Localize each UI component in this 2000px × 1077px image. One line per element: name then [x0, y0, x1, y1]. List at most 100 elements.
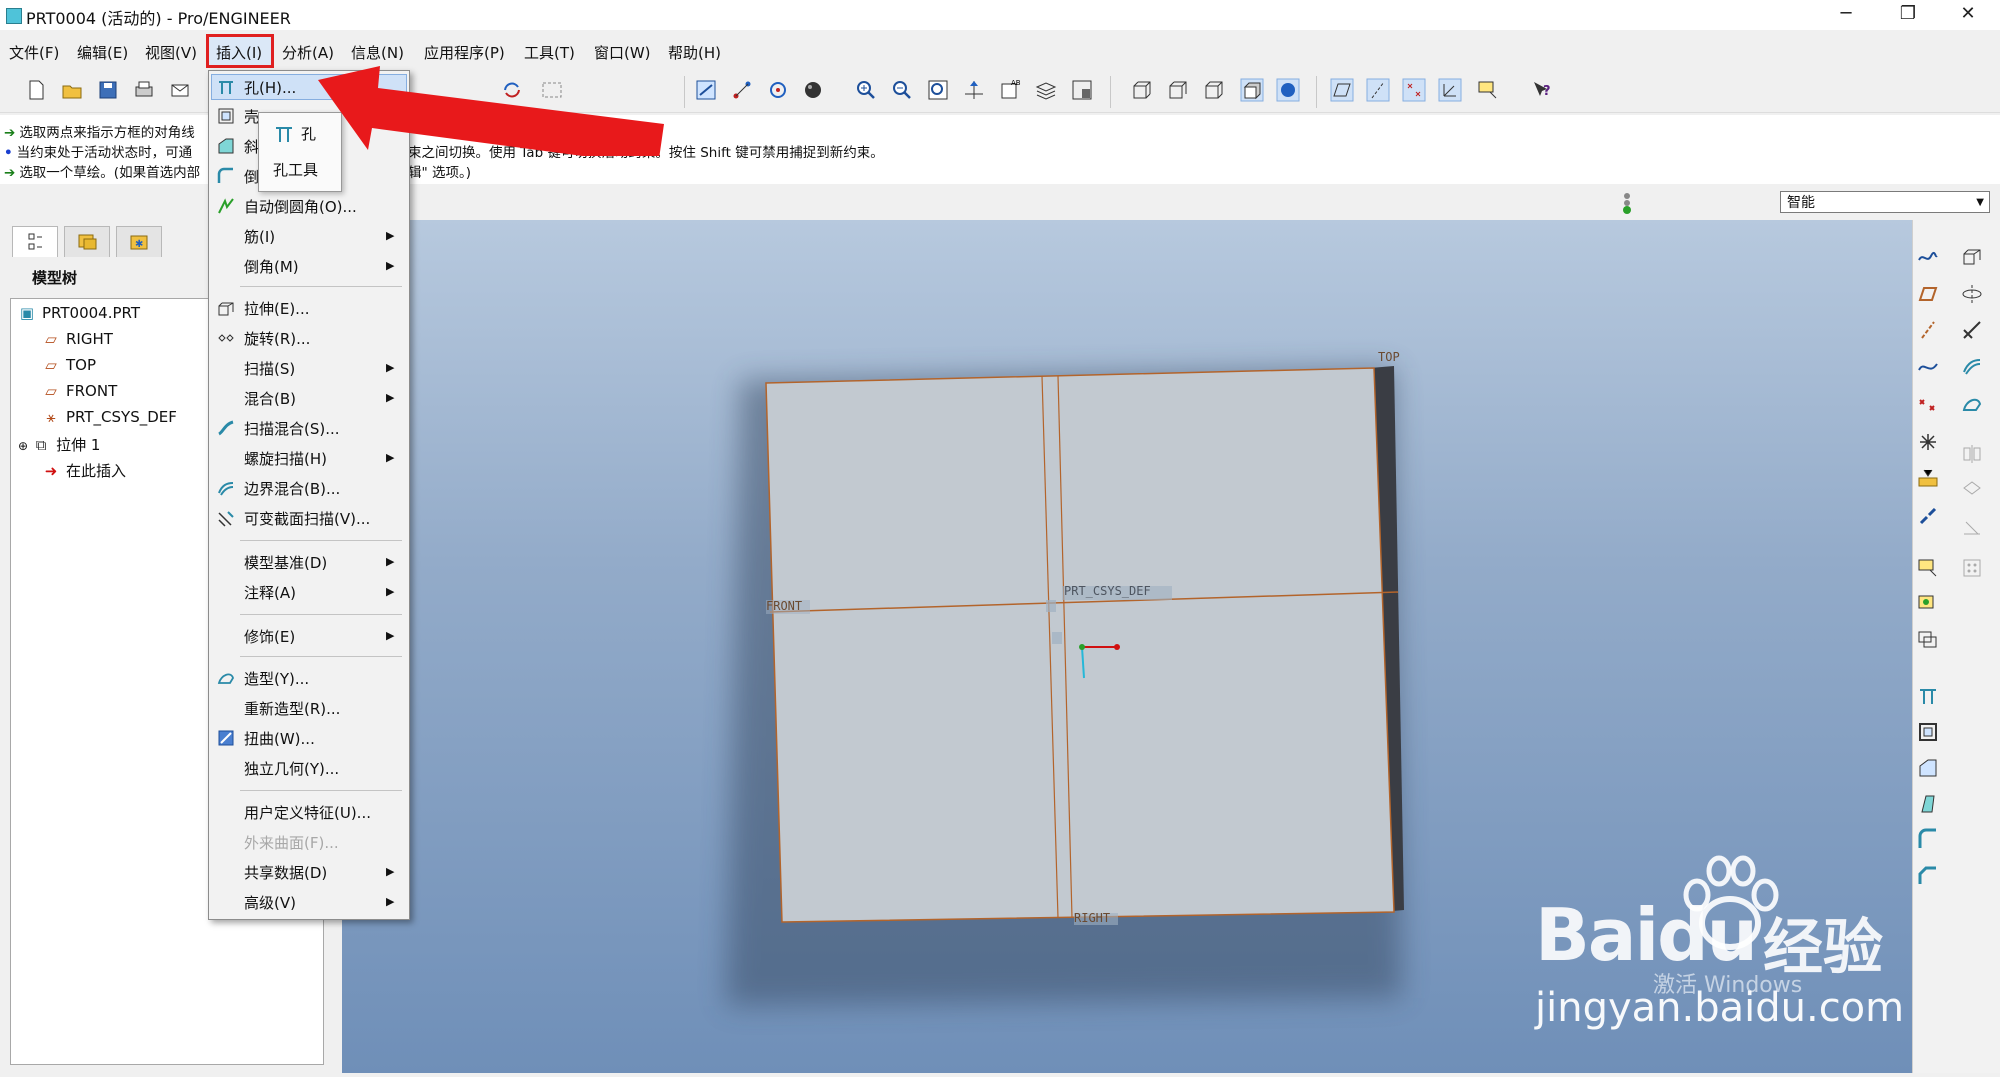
zoom-in-icon[interactable] — [854, 78, 878, 102]
menu-item-style[interactable]: 造型(Y)... — [244, 668, 309, 689]
menu-item-draft[interactable]: 斜 — [244, 136, 259, 157]
round-tool-icon[interactable] — [1916, 828, 1940, 852]
datum-point-tool-icon[interactable] — [1916, 392, 1940, 416]
reorient-icon[interactable] — [962, 78, 986, 102]
datum-axis-display-icon[interactable] — [1366, 78, 1390, 102]
extrude-tool-icon[interactable] — [1960, 244, 1984, 268]
rib-tool-icon[interactable] — [1916, 756, 1940, 780]
tree-item-csys[interactable]: ⚹ PRT_CSYS_DEF — [42, 408, 176, 426]
merge-tool-icon[interactable] — [1960, 478, 1984, 502]
menu-item-auto-round[interactable]: 自动倒圆角(O)... — [244, 196, 357, 217]
zoom-out-icon[interactable] — [890, 78, 914, 102]
menu-item-extrude[interactable]: 拉伸(E)... — [244, 298, 310, 319]
mirror-tool-icon[interactable] — [1960, 442, 1984, 466]
style-tool-icon[interactable] — [1960, 392, 1984, 416]
tab-folder-browser[interactable] — [64, 226, 110, 257]
menu-item-independent-geometry[interactable]: 独立几何(Y)... — [244, 758, 339, 779]
menu-help[interactable]: 帮助(H) — [668, 42, 721, 63]
datum-label-right[interactable]: RIGHT — [1074, 911, 1110, 925]
tab-favorites[interactable]: ✱ — [116, 226, 162, 257]
menu-insert[interactable]: 插入(I) — [216, 42, 262, 63]
datum-label-front[interactable]: FRONT — [766, 599, 802, 613]
csys-display-icon[interactable] — [1438, 78, 1462, 102]
shell-tool-icon[interactable] — [1916, 720, 1940, 744]
open-folder-icon[interactable] — [60, 78, 84, 102]
save-icon[interactable] — [96, 78, 120, 102]
menu-item-sweep[interactable]: 扫描(S) — [244, 358, 295, 379]
menu-tools[interactable]: 工具(T) — [524, 42, 575, 63]
menu-item-cosmetic[interactable]: 修饰(E) — [244, 626, 295, 647]
copy-geometry-icon[interactable] — [1916, 628, 1940, 652]
print-icon[interactable] — [132, 78, 156, 102]
annotation-display-icon[interactable] — [1476, 78, 1500, 102]
hole-tool-icon[interactable] — [1916, 684, 1940, 708]
enhanced-realism-icon[interactable] — [1276, 78, 1300, 102]
menu-analysis[interactable]: 分析(A) — [282, 42, 334, 63]
minimize-button[interactable]: ─ — [1824, 0, 1868, 30]
datum-axis-tool-icon[interactable] — [1916, 318, 1940, 342]
datum-plane-display-icon[interactable] — [1330, 78, 1354, 102]
shading-icon[interactable] — [802, 78, 826, 102]
restore-button[interactable]: ❐ — [1886, 0, 1930, 30]
selection-filter-select[interactable]: 智能 ▼ — [1780, 191, 1990, 213]
menu-item-variable-section-sweep[interactable]: 可变截面扫描(V)... — [244, 508, 370, 529]
revolve-tool-icon[interactable] — [1960, 282, 1984, 306]
boundary-blend-icon[interactable] — [1960, 354, 1984, 378]
menu-item-user-defined-feature[interactable]: 用户定义特征(U)... — [244, 802, 371, 823]
menu-item-model-datum[interactable]: 模型基准(D) — [244, 552, 327, 573]
menu-item-helical-sweep[interactable]: 螺旋扫描(H) — [244, 448, 327, 469]
shaded-view-icon[interactable] — [1240, 78, 1264, 102]
menu-item-advanced[interactable]: 高级(V) — [244, 892, 296, 913]
saved-views-icon[interactable]: AB — [998, 78, 1022, 102]
menu-item-annotation[interactable]: 注释(A) — [244, 582, 296, 603]
menu-item-revolve[interactable]: 旋转(R)... — [244, 328, 310, 349]
menu-item-warp[interactable]: 扭曲(W)... — [244, 728, 315, 749]
menu-item-restyle[interactable]: 重新造型(R)... — [244, 698, 340, 719]
tree-item-right[interactable]: ▱ RIGHT — [42, 330, 113, 348]
tree-item-part[interactable]: ▣ PRT0004.PRT — [18, 304, 140, 322]
tree-item-front[interactable]: ▱ FRONT — [42, 382, 117, 400]
menu-item-hole[interactable]: 孔(H)... — [244, 77, 296, 98]
view-manager-icon[interactable] — [1070, 78, 1094, 102]
datum-label-top[interactable]: TOP — [1378, 350, 1400, 364]
expand-icon[interactable]: ⊕ — [18, 439, 28, 453]
menu-applications[interactable]: 应用程序(P) — [424, 42, 505, 63]
wireframe-icon[interactable] — [1130, 78, 1154, 102]
trim-tool-icon[interactable] — [1960, 516, 1984, 540]
hidden-line-icon[interactable] — [1166, 78, 1190, 102]
menu-view[interactable]: 视图(V) — [145, 42, 197, 63]
pattern-tool-icon[interactable] — [1960, 556, 1984, 580]
layers-icon[interactable] — [1034, 78, 1058, 102]
menu-item-rib[interactable]: 筋(I) — [244, 226, 275, 247]
menu-item-boundary-blend[interactable]: 边界混合(B)... — [244, 478, 340, 499]
chain-tool-icon[interactable] — [1916, 504, 1940, 528]
menu-item-chamfer[interactable]: 倒角(M) — [244, 256, 299, 277]
datum-curve-icon[interactable] — [730, 78, 754, 102]
menu-item-swept-blend[interactable]: 扫描混合(S)... — [244, 418, 340, 439]
menu-edit[interactable]: 编辑(E) — [77, 42, 128, 63]
menu-item-shared-data[interactable]: 共享数据(D) — [244, 862, 327, 883]
new-file-icon[interactable] — [24, 78, 48, 102]
no-hidden-icon[interactable] — [1202, 78, 1226, 102]
draft-tool-icon[interactable] — [1916, 792, 1940, 816]
datum-plane-tool-icon[interactable] — [1916, 282, 1940, 306]
analysis-feature-icon[interactable] — [1916, 466, 1940, 490]
sketch-tool-icon[interactable] — [1916, 244, 1940, 268]
datum-curve-tool-icon[interactable] — [1916, 354, 1940, 378]
close-button[interactable]: ✕ — [1946, 0, 1990, 30]
menu-window[interactable]: 窗口(W) — [594, 42, 651, 63]
traffic-light-icon[interactable] — [1618, 190, 1636, 216]
sweep-tool-icon[interactable] — [1960, 318, 1984, 342]
tab-model-tree[interactable] — [12, 226, 58, 257]
tree-item-top[interactable]: ▱ TOP — [42, 356, 96, 374]
csys-label[interactable]: PRT_CSYS_DEF — [1064, 584, 1151, 598]
context-help-icon[interactable]: ? — [1530, 78, 1554, 102]
tree-item-extrude[interactable]: ⊕ ⧉ 拉伸 1 — [18, 434, 100, 455]
menu-item-blend[interactable]: 混合(B) — [244, 388, 296, 409]
menu-info[interactable]: 信息(N) — [351, 42, 404, 63]
spin-center-icon[interactable] — [766, 78, 790, 102]
sketcher-icon[interactable] — [694, 78, 718, 102]
tree-item-insert-here[interactable]: ➜ 在此插入 — [42, 460, 126, 481]
menu-item-round[interactable]: 倒 — [244, 166, 259, 187]
annotation-tool-icon[interactable] — [1916, 556, 1940, 580]
